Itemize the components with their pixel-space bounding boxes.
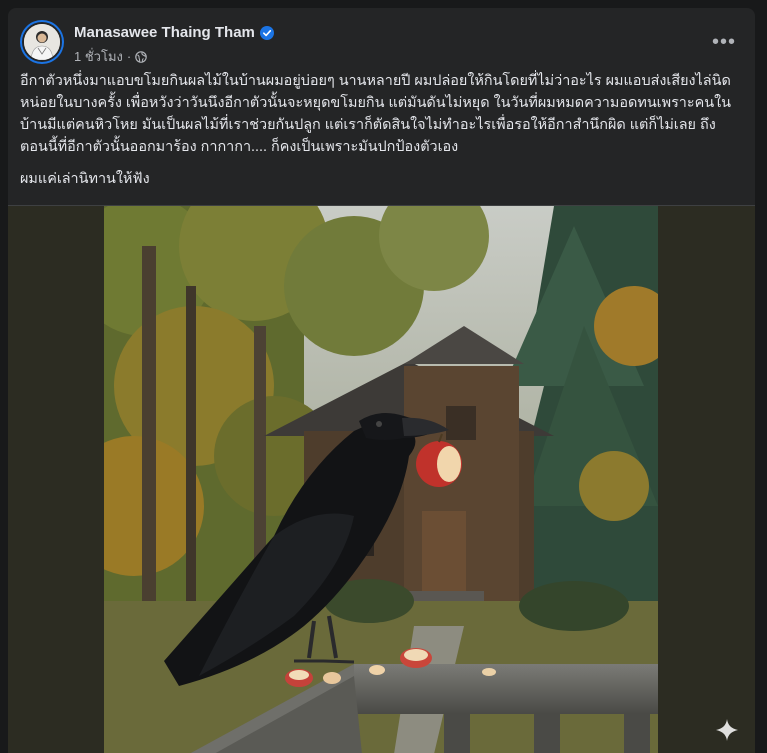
author-line: Manasawee Thaing Tham: [74, 24, 274, 41]
globe-icon[interactable]: [135, 50, 148, 63]
post-card: Manasawee Thaing Tham 1 ชั่วโมง · ••• อี…: [8, 8, 755, 753]
crow-apple-illustration: [104, 206, 658, 753]
post-text: อีกาตัวหนึ่งมาแอบขโมยกินผลไม้ในบ้านผมอยู…: [20, 70, 742, 200]
ai-sparkle-icon: [715, 718, 739, 742]
author-name[interactable]: Manasawee Thaing Tham: [74, 24, 255, 41]
post-media[interactable]: [8, 205, 755, 753]
meta-separator: ·: [126, 49, 132, 64]
avatar-portrait-icon: [24, 24, 60, 60]
avatar-image: [22, 22, 62, 62]
post-timestamp[interactable]: 1 ชั่วโมง: [74, 46, 123, 67]
post-meta: 1 ชั่วโมง ·: [74, 46, 148, 67]
post-header: Manasawee Thaing Tham 1 ชั่วโมง · •••: [20, 20, 740, 68]
post-paragraph: อีกาตัวหนึ่งมาแอบขโมยกินผลไม้ในบ้านผมอยู…: [20, 73, 731, 155]
verified-badge-icon: [259, 25, 274, 40]
author-avatar[interactable]: [20, 20, 64, 64]
post-photo[interactable]: [104, 206, 658, 753]
post-paragraph: ผมแค่เล่านิทานให้ฟัง: [20, 171, 150, 187]
more-options-icon: •••: [711, 30, 736, 53]
more-options-button[interactable]: •••: [708, 26, 740, 58]
